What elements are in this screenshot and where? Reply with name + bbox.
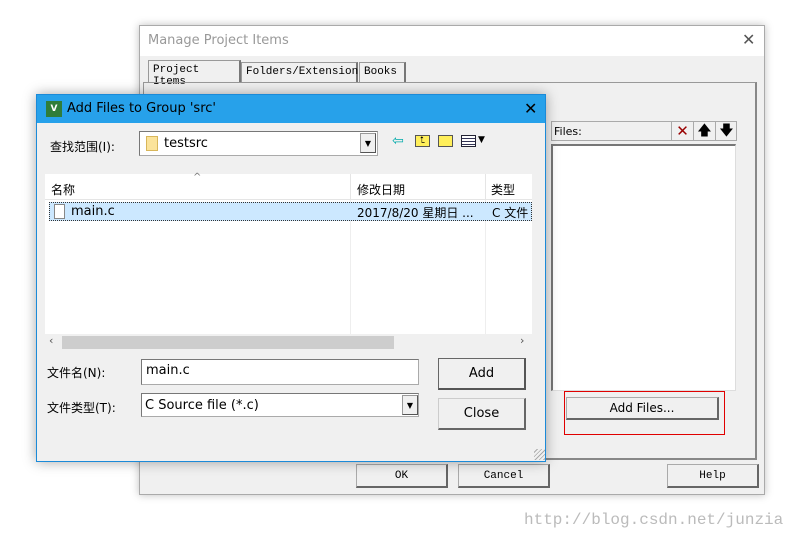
window-title: Manage Project Items [148, 33, 289, 48]
file-icon [54, 204, 65, 219]
column-name[interactable]: 名称 [51, 181, 75, 198]
file-modified: 2017/8/20 星期日 ... [357, 206, 474, 220]
scroll-left-icon[interactable]: ‹ [49, 334, 53, 347]
up-folder-icon[interactable]: ⮤ [415, 135, 430, 147]
app-icon: V [46, 101, 62, 117]
files-label: Files: [554, 125, 582, 138]
filetype-combo[interactable]: C Source file (*.c) ▼ [141, 393, 419, 417]
title-bar: Manage Project Items ✕ [140, 26, 764, 56]
scrollbar-thumb[interactable] [62, 336, 394, 349]
resize-grip-icon[interactable] [534, 449, 545, 460]
column-modified[interactable]: 修改日期 [357, 181, 405, 198]
table-row[interactable]: main.c 2017/8/20 星期日 ... C 文件 [49, 202, 532, 221]
scroll-right-icon[interactable]: › [520, 334, 524, 347]
file-type: C 文件 [492, 206, 529, 220]
file-name: main.c [71, 204, 115, 219]
close-icon[interactable]: ✕ [524, 99, 537, 118]
help-button[interactable]: Help [667, 464, 759, 488]
chevron-down-icon[interactable]: ▼ [360, 133, 376, 153]
title-bar: V Add Files to Group 'src' ✕ [37, 95, 545, 123]
close-button[interactable]: Close [438, 398, 526, 430]
chevron-down-icon[interactable]: ▼ [402, 395, 418, 415]
file-list[interactable]: ^ 名称 修改日期 类型 main.c 2017/8/20 星期日 ... C … [45, 172, 532, 350]
filetype-label: 文件类型(T): [47, 401, 116, 415]
filetype-value: C Source file (*.c) [145, 398, 259, 413]
add-files-dialog: V Add Files to Group 'src' ✕ 查找范围(I): te… [36, 94, 546, 462]
close-icon[interactable]: ✕ [742, 30, 755, 49]
dialog-title: Add Files to Group 'src' [67, 101, 216, 116]
add-files-button[interactable]: Add Files... [566, 397, 719, 420]
look-in-value: testsrc [164, 136, 208, 151]
tab-folders-extensions[interactable]: Folders/Extensions [241, 62, 365, 82]
chevron-down-icon[interactable]: ▼ [478, 135, 485, 145]
tab-project-items[interactable]: Project Items [148, 60, 241, 88]
watermark: http://blog.csdn.net/junzia [524, 511, 784, 529]
list-header: 名称 修改日期 类型 [45, 174, 532, 200]
filename-label: 文件名(N): [47, 366, 106, 380]
column-type[interactable]: 类型 [491, 181, 515, 198]
delete-icon[interactable]: ✕ [671, 122, 693, 140]
move-up-icon[interactable]: 🡅 [693, 122, 715, 140]
add-button[interactable]: Add [438, 358, 526, 390]
look-in-label: 查找范围(I): [50, 140, 115, 154]
horizontal-scrollbar[interactable]: ‹ › [45, 334, 532, 350]
cancel-button[interactable]: Cancel [458, 464, 550, 488]
ok-button[interactable]: OK [356, 464, 448, 488]
move-down-icon[interactable]: 🡇 [715, 122, 737, 140]
tab-books[interactable]: Books [359, 62, 406, 82]
files-listbox[interactable] [551, 144, 736, 391]
folder-icon [146, 136, 158, 151]
filename-input[interactable]: main.c [141, 359, 419, 385]
look-in-combo[interactable]: testsrc ▼ [139, 131, 378, 156]
new-folder-icon[interactable] [438, 135, 453, 147]
files-toolbar: Files: ✕ 🡅 🡇 [551, 121, 737, 141]
back-icon[interactable]: ⇦ [392, 133, 404, 149]
view-menu-icon[interactable] [461, 135, 476, 147]
